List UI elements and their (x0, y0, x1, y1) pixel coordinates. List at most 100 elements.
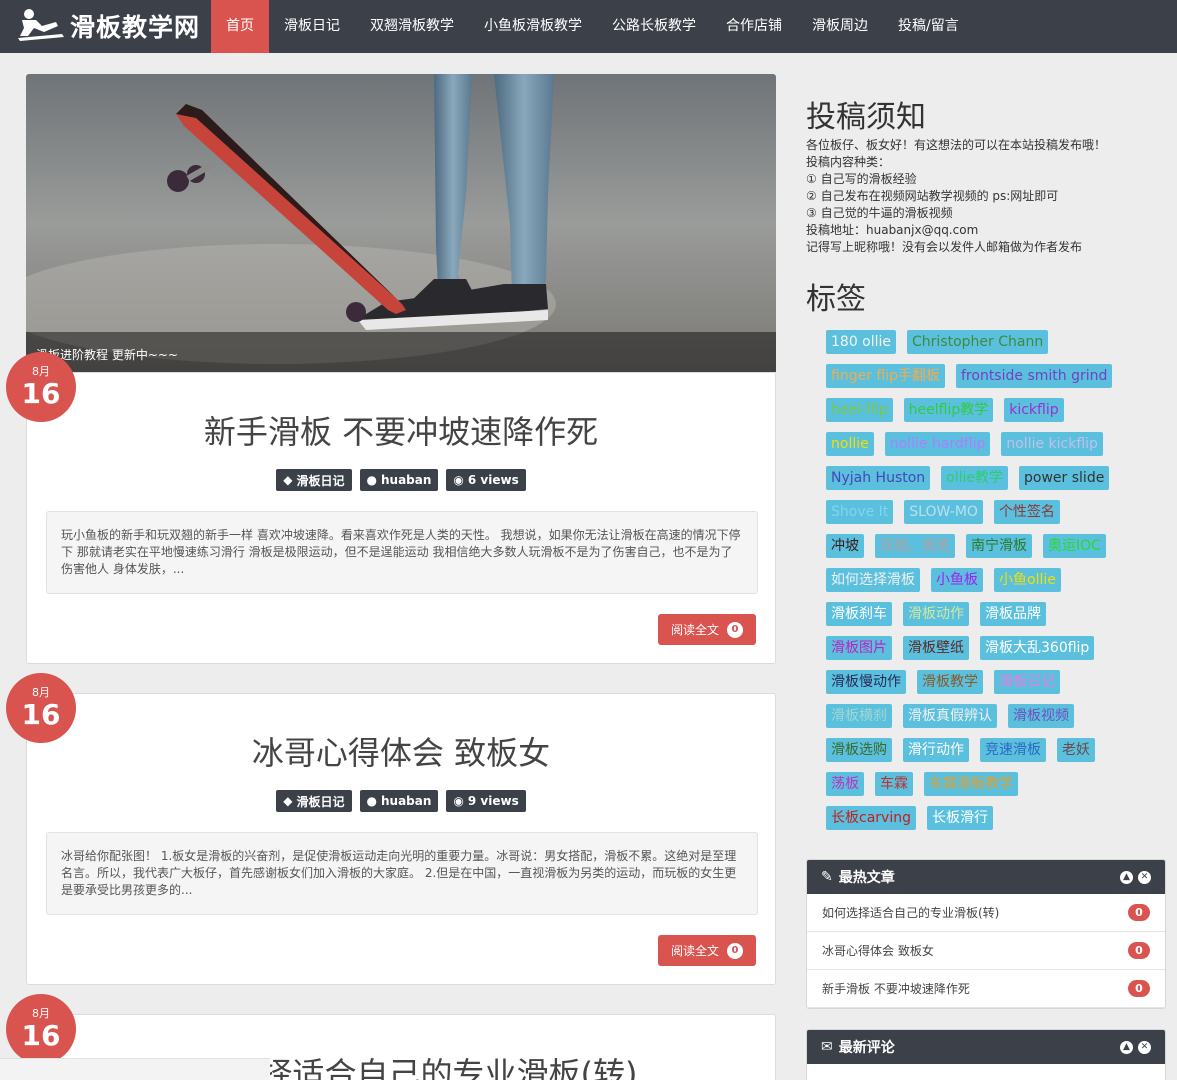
tag-row: 滑板图片 滑板壁纸 滑板大乱360flip (826, 636, 1146, 660)
tag-link[interactable]: 奥运IOC (1043, 534, 1106, 558)
tag-link[interactable]: finger flip手翻板 (826, 364, 945, 388)
read-more-label: 阅读全文 (670, 623, 719, 637)
bottom-bar (0, 1058, 270, 1080)
tag-link[interactable]: 滑行动作 (903, 738, 969, 762)
tag-link[interactable]: 车霖滑板教学 (924, 772, 1018, 796)
tags-title: 标签 (806, 282, 866, 317)
hot-post-item[interactable]: 新手滑板 不要冲坡速降作死 0 (807, 970, 1165, 1008)
tag-link[interactable]: Christopher Chann (907, 330, 1049, 354)
tag-link[interactable]: 滑板日记 (994, 670, 1060, 694)
nav-item[interactable]: 双翘滑板教学 (355, 0, 469, 53)
tag-link[interactable]: 滑板壁纸 (903, 636, 969, 660)
tag-link[interactable]: 滑板横刹 (826, 704, 892, 728)
hot-posts-list: 如何选择适合自己的专业滑板(转) 0 冰哥心得体会 致板女 0 新手滑板 不要冲坡速降作… (807, 894, 1165, 1008)
tag-link[interactable]: 冲坡 (826, 534, 864, 558)
tag-link[interactable]: 如何选择滑板 (826, 568, 920, 592)
tag-link[interactable]: 滑板真假辨认 (903, 704, 997, 728)
tag-link[interactable]: 滑板大乱360flip (980, 636, 1095, 660)
hot-post-item[interactable]: 如何选择适合自己的专业滑板(转) 0 (807, 894, 1165, 932)
tag-link[interactable]: 个性签名 (993, 500, 1060, 524)
tag-link[interactable]: 车霖 (875, 772, 913, 796)
top-nav: 滑板教学网 首页 滑板日记 双翘滑板教学 小鱼板滑板教学 公路长板教学 合作店铺 滑板周边投… (0, 0, 1177, 53)
post-meta: ◆ 滑板日记 ● huaban ◉ 9 views (27, 790, 775, 812)
tag-row: nollie nollie hardflip nollie kickflip (826, 432, 1146, 456)
author-tag[interactable]: ● huaban (359, 469, 439, 491)
nav-item[interactable]: 投稿/留言 (883, 0, 974, 53)
tag-link[interactable]: 滑板慢动作 (826, 670, 906, 694)
hot-post-item[interactable]: 冰哥心得体会 致板女 0 (807, 932, 1165, 970)
notice-line: 投稿地址：huabanjx@qq.com (806, 223, 979, 237)
notice-line: ① 自己写的滑板经验 (806, 172, 917, 186)
tag-link[interactable]: 南宁滑板 (966, 534, 1032, 558)
hero-banner[interactable]: 滑板进阶教程 更新中~~~ (26, 74, 776, 372)
collapse-icon[interactable]: ▲ (1120, 870, 1133, 884)
author-tag[interactable]: ● huaban (359, 790, 439, 812)
nav-item[interactable]: 小鱼板滑板教学 (469, 0, 597, 53)
tag-link[interactable]: ollie教学 (941, 466, 1009, 490)
tag-row: 滑板刹车 滑板动作 滑板品牌 (826, 602, 1146, 626)
tag-link[interactable]: heel-flip (826, 398, 893, 422)
tag-link[interactable]: kickflip (1004, 398, 1064, 422)
tag-cloud: 180 ollie Christopher Chann finger flip手翻板… (826, 330, 1146, 840)
hot-post-title: 新手滑板 不要冲坡速降作死 (822, 982, 970, 996)
category-label: 滑板日记 (296, 794, 345, 809)
logo-text: 滑板教学网 (70, 13, 201, 42)
collapse-icon[interactable]: ▲ (1120, 1040, 1133, 1054)
tag-link[interactable]: 180 ollie (826, 330, 897, 354)
nav-item[interactable]: 首页 (211, 0, 269, 53)
post-card: 新手滑板 不要冲坡速降作死 ◆ 滑板日记 ● huaban ◉ 6 views 玩小鱼… (26, 372, 776, 664)
tag-link[interactable]: nollie kickflip (1001, 432, 1103, 456)
tag-link[interactable]: nollie hardflip (884, 432, 991, 456)
tag-row: Shove It SLOW-MO 个性签名 (826, 500, 1146, 524)
tag-link[interactable]: 小鱼ollie (994, 568, 1061, 592)
site-logo[interactable]: 滑板教学网 (16, 6, 200, 46)
tag-link[interactable]: 滑板视频 (1008, 704, 1074, 728)
tag-link[interactable]: SLOW-MO (904, 500, 983, 524)
tag-link[interactable]: 荡板 (826, 772, 864, 796)
tag-link[interactable]: 滑板图片 (826, 636, 892, 660)
post-title[interactable]: 新手滑板 不要冲坡速降作死 (27, 407, 775, 453)
comment-count-badge: 0 (1128, 980, 1150, 997)
tag-link[interactable]: 小鱼板 (931, 568, 983, 592)
category-tag[interactable]: ◆ 滑板日记 (276, 790, 352, 812)
tag-link[interactable]: 双翘，板尾 (875, 534, 955, 558)
close-icon[interactable]: ✕ (1138, 870, 1151, 884)
tag-link[interactable]: 长板carving (826, 806, 916, 830)
tag-link[interactable]: 滑板品牌 (980, 602, 1046, 626)
author-label: huaban (380, 473, 432, 487)
nav-item[interactable]: 滑板日记 (269, 0, 355, 53)
tag-link[interactable]: power slide (1019, 466, 1110, 490)
notice-text: 各位板仔、板女好！有这想法的可以在本站投稿发布哦！ 投稿内容种类： ① 自己写的滑板… (806, 137, 1156, 256)
post-meta: ◆ 滑板日记 ● huaban ◉ 6 views (27, 469, 775, 491)
tag-link[interactable]: 滑板动作 (903, 602, 969, 626)
tag-link[interactable]: 长板滑行 (926, 806, 993, 830)
tag-link[interactable]: 老妖 (1057, 738, 1095, 762)
tag-link[interactable]: 滑板教学 (917, 670, 983, 694)
tag-link[interactable]: Nyjah Huston (826, 466, 931, 490)
tag-link[interactable]: nollie (826, 432, 874, 456)
tag-link[interactable]: 竞速滑板 (980, 738, 1046, 762)
read-more-button[interactable]: 阅读全文 0 (658, 935, 756, 966)
notice-line: 记得写上昵称哦！没有会以发件人邮箱做为作者发布 (806, 240, 1083, 254)
tag-link[interactable]: heelflip教学 (903, 398, 994, 422)
hero-caption: 滑板进阶教程 更新中~~~ (26, 332, 776, 372)
tag-link[interactable]: 滑板刹车 (826, 602, 892, 626)
tag-link[interactable]: 滑板选购 (826, 738, 892, 762)
eye-icon: ◉ (453, 473, 464, 487)
tag-link[interactable]: Shove It (826, 500, 894, 524)
read-more-button[interactable]: 阅读全文 0 (658, 614, 756, 645)
user-icon: ● (366, 473, 377, 487)
tag-link[interactable]: frontside smith grind (956, 364, 1113, 388)
notice-title: 投稿须知 (806, 100, 926, 135)
comment-count-badge: 0 (1128, 904, 1150, 921)
nav-item[interactable]: 合作店铺 (711, 0, 797, 53)
category-tag[interactable]: ◆ 滑板日记 (276, 469, 352, 491)
post-title[interactable]: 冰哥心得体会 致板女 (27, 728, 775, 774)
recent-comments-title: 最新评论 (838, 1040, 895, 1056)
nav-item[interactable]: 公路长板教学 (597, 0, 711, 53)
category-label: 滑板日记 (296, 473, 345, 488)
comments-icon: ✉ (821, 1039, 833, 1055)
nav-item[interactable]: 滑板周边 (797, 0, 883, 53)
notice-line: ③ 自己觉的牛逼的滑板视频 (806, 206, 953, 220)
close-icon[interactable]: ✕ (1138, 1040, 1151, 1054)
